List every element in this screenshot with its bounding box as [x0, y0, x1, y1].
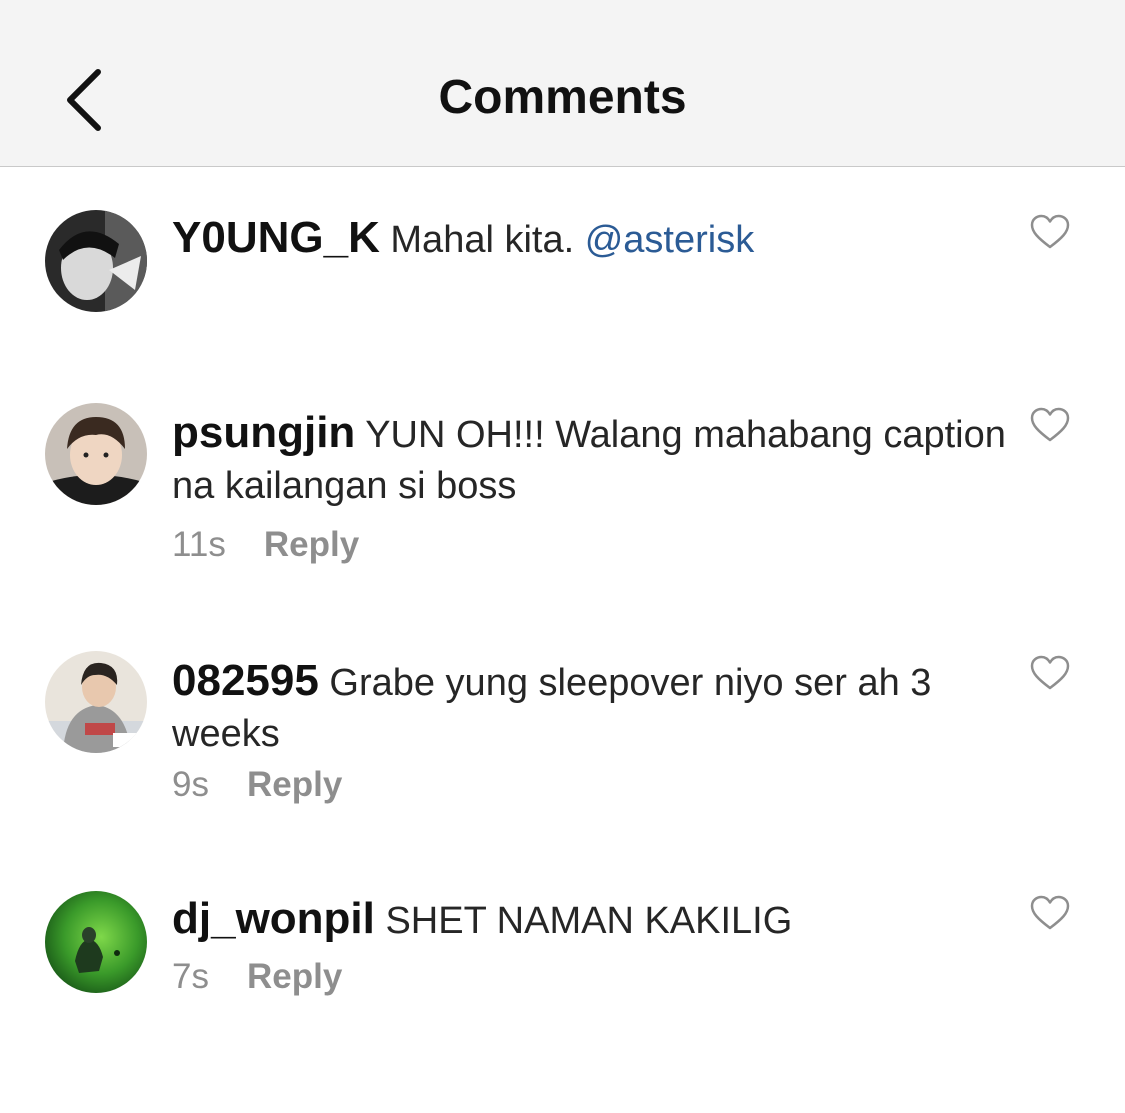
mention-link[interactable]: @asterisk	[585, 219, 755, 261]
comment-meta: 7s Reply	[172, 957, 342, 997]
avatar[interactable]	[45, 651, 147, 753]
comment-text: Y0UNG_K Mahal kita. @asterisk	[172, 212, 1017, 266]
comment-text: 082595 Grabe yung sleepover niyo ser ah …	[172, 655, 1017, 760]
avatar[interactable]	[45, 210, 147, 312]
comment-body: SHET NAMAN KAKILIG	[385, 900, 793, 942]
page-title: Comments	[438, 71, 687, 124]
comment-meta: 11s Reply	[172, 525, 359, 565]
heart-icon[interactable]	[1030, 407, 1070, 443]
timestamp: 9s	[172, 765, 209, 804]
timestamp: 11s	[172, 525, 226, 564]
heart-icon[interactable]	[1030, 655, 1070, 691]
comment-text: psungjin YUN OH!!! Walang mahabang capti…	[172, 407, 1017, 512]
comment-meta: 9s Reply	[172, 765, 342, 805]
username[interactable]: dj_wonpil	[172, 894, 375, 943]
username[interactable]: 082595	[172, 656, 319, 705]
heart-icon[interactable]	[1030, 895, 1070, 931]
nav-bar: Comments	[0, 0, 1125, 167]
comment-text: dj_wonpil SHET NAMAN KAKILIG	[172, 893, 1017, 947]
reply-button[interactable]: Reply	[247, 957, 342, 996]
avatar[interactable]	[45, 891, 147, 993]
timestamp: 7s	[172, 957, 209, 996]
avatar[interactable]	[45, 403, 147, 505]
comment-body: Mahal kita.	[390, 219, 585, 261]
username[interactable]: psungjin	[172, 408, 355, 457]
heart-icon[interactable]	[1030, 214, 1070, 250]
username[interactable]: Y0UNG_K	[172, 213, 380, 262]
reply-button[interactable]: Reply	[264, 525, 359, 564]
reply-button[interactable]: Reply	[247, 765, 342, 804]
